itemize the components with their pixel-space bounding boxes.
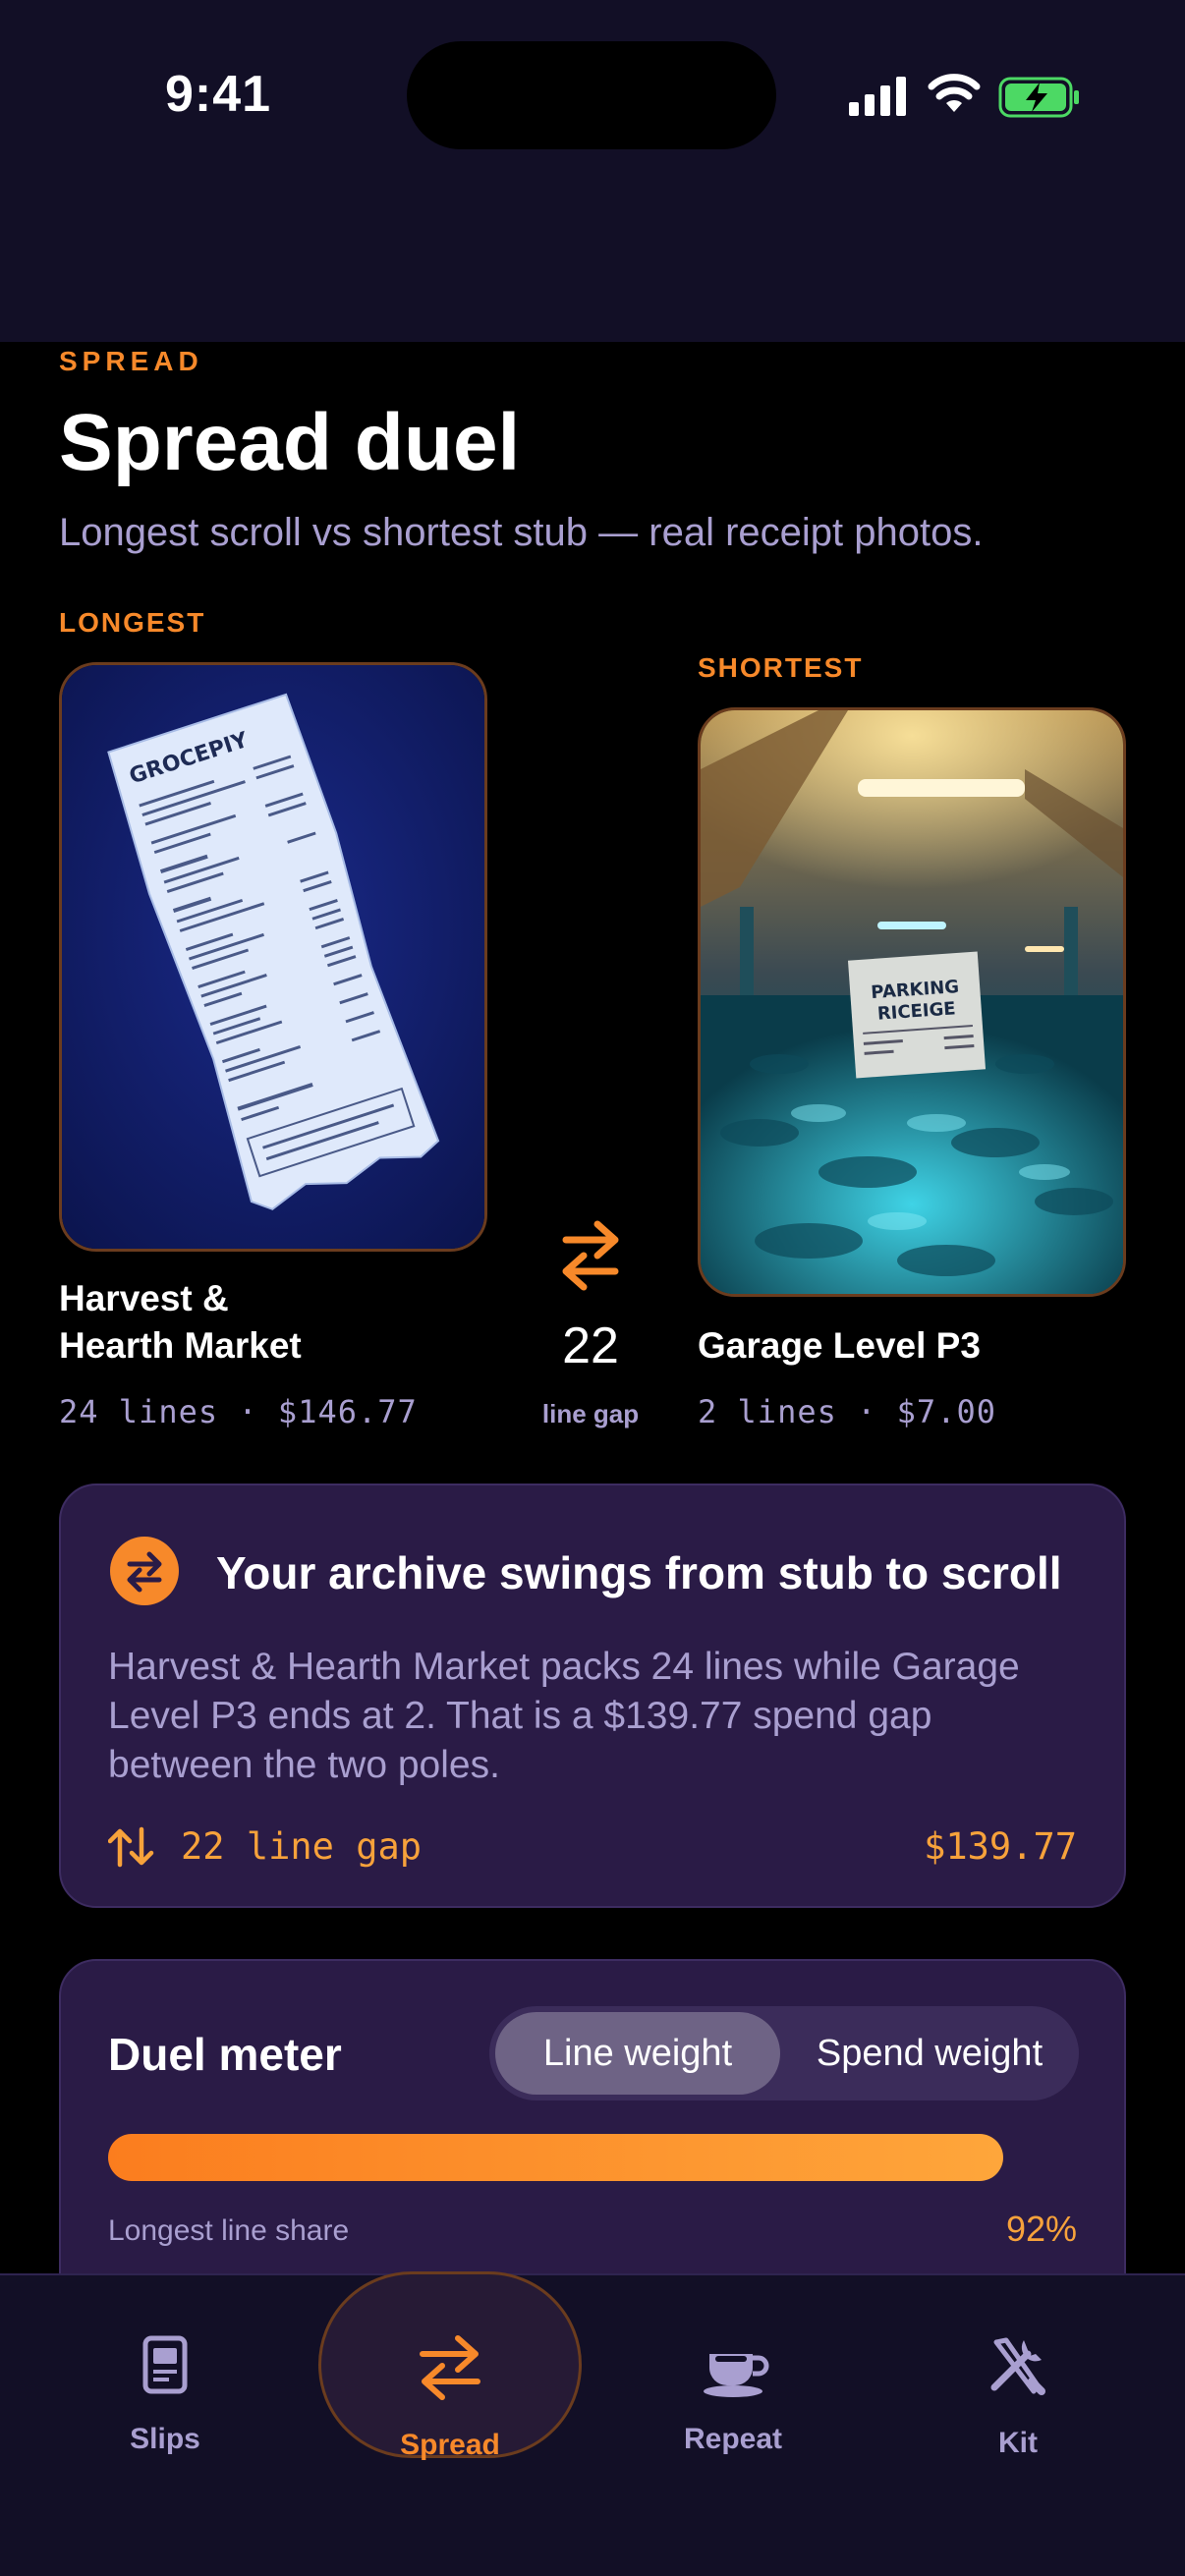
insight-swap-icon — [110, 1537, 179, 1605]
weight-segmented-control: Line weight Spend weight — [489, 2006, 1079, 2100]
duel-meter-percent: 92% — [1005, 2209, 1077, 2249]
longest-receipt-photo[interactable]: GROCEPIY — [59, 662, 487, 1252]
shortest-store-name: Garage Level P3 — [698, 1325, 981, 1366]
status-bar: 9:41 — [0, 0, 1185, 342]
shortest-label: SHORTEST — [698, 652, 864, 683]
longest-store-name-line1: Harvest & — [59, 1278, 229, 1318]
longest-meta: 24 lines · $146.77 — [59, 1393, 418, 1430]
sort-arrows-icon — [108, 1826, 154, 1868]
tab-spread-label: Spread — [400, 2429, 500, 2461]
status-time: 9:41 — [165, 66, 272, 123]
tools-icon — [990, 2337, 1045, 2395]
segment-line-weight[interactable]: Line weight — [495, 2012, 780, 2095]
battery-charging-icon — [998, 77, 1079, 118]
duel-meter-bar — [108, 2134, 1081, 2181]
tab-repeat[interactable]: Repeat — [635, 2313, 831, 2470]
page-subtitle: Longest scroll vs shortest stub — real r… — [59, 511, 984, 554]
line-gap-label: line gap — [541, 1399, 640, 1428]
tab-kit[interactable]: Kit — [920, 2313, 1116, 2470]
dynamic-island — [407, 41, 776, 149]
insight-body: Harvest & Hearth Market packs 24 lines w… — [108, 1646, 1020, 1786]
swap-arrows-icon — [420, 2335, 480, 2400]
section-eyebrow: SPREAD — [59, 346, 203, 376]
line-gap-value: 22 — [562, 1317, 619, 1374]
longest-store-name-line2: Hearth Market — [59, 1325, 302, 1366]
tab-slips-label: Slips — [130, 2423, 200, 2455]
coffee-cup-icon — [704, 2354, 769, 2397]
shortest-meta: 2 lines · $7.00 — [698, 1393, 996, 1430]
tab-repeat-label: Repeat — [683, 2423, 783, 2455]
page-title: Spread duel — [59, 398, 521, 487]
insight-gap-text: 22 line gap — [181, 1825, 423, 1868]
insight-card: Your archive swings from stub to scroll … — [59, 1484, 1126, 1908]
tab-kit-label: Kit — [998, 2427, 1038, 2459]
receipt-icon — [142, 2335, 188, 2394]
shortest-receipt-photo[interactable]: PARKING RICEIGE — [698, 707, 1126, 1297]
wifi-icon — [928, 74, 981, 112]
duel-meter-title: Duel meter — [108, 2029, 342, 2080]
insight-amount: $139.77 — [924, 1825, 1077, 1868]
insight-title: Your archive swings from stub to scroll — [216, 1547, 1062, 1598]
segment-spend-weight[interactable]: Spend weight — [784, 2012, 1075, 2095]
cellular-signal-icon — [849, 77, 906, 116]
duel-meter-fill — [108, 2134, 1003, 2181]
tab-spread[interactable]: Spread — [352, 2313, 548, 2470]
longest-store-name: Harvest & Hearth Market — [59, 1275, 302, 1370]
tab-slips[interactable]: Slips — [67, 2313, 263, 2470]
swap-arrows-icon — [562, 1220, 619, 1291]
duel-meter-label: Longest line share — [108, 2214, 350, 2247]
longest-label: LONGEST — [59, 607, 206, 638]
